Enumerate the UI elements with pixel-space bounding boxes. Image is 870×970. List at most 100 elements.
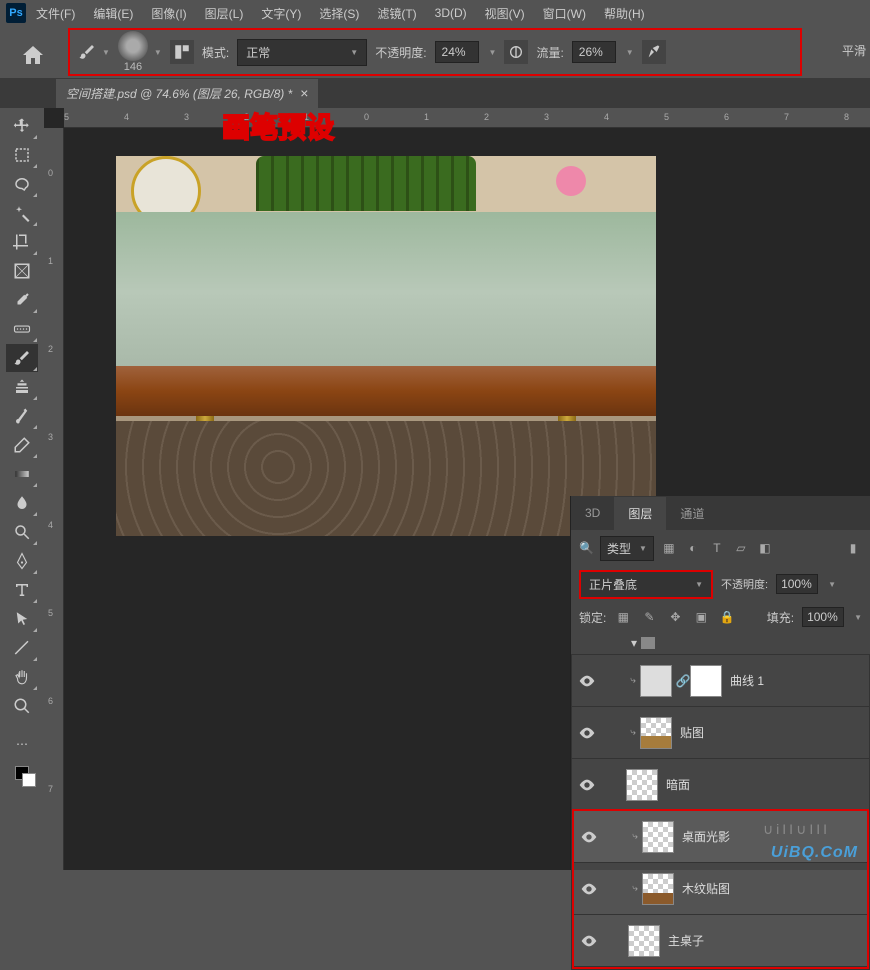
menu-type[interactable]: 文字(Y): [253, 1, 309, 26]
chevron-down-icon[interactable]: ▼: [489, 48, 497, 57]
menu-edit[interactable]: 编辑(E): [85, 1, 141, 26]
ruler-horizontal[interactable]: 54321012345678: [64, 108, 870, 128]
filter-shape-icon[interactable]: ▱: [732, 539, 750, 557]
magic-wand-tool[interactable]: [6, 199, 38, 227]
layer-name[interactable]: 主桌子: [668, 932, 704, 949]
visibility-toggle[interactable]: [574, 883, 604, 895]
layer-name[interactable]: 贴图: [680, 724, 704, 741]
layer-thumbnail[interactable]: [642, 873, 674, 905]
tab-3d[interactable]: 3D: [571, 498, 614, 528]
filter-type-icon[interactable]: T: [708, 539, 726, 557]
crop-tool[interactable]: [6, 228, 38, 256]
close-icon[interactable]: ×: [300, 85, 308, 101]
menu-image[interactable]: 图像(I): [143, 1, 194, 26]
search-icon: 🔍: [579, 541, 594, 555]
chevron-down-icon: ▼: [350, 48, 358, 57]
brush-preset-picker[interactable]: 146 ▼: [118, 31, 162, 73]
gradient-tool[interactable]: [6, 460, 38, 488]
layer-name[interactable]: 桌面光影: [682, 828, 730, 845]
lock-transparency-icon[interactable]: ▦: [614, 608, 632, 626]
visibility-toggle[interactable]: [574, 935, 604, 947]
type-tool[interactable]: [6, 576, 38, 604]
filter-adjustment-icon[interactable]: ◐: [684, 539, 702, 557]
history-brush-tool[interactable]: [6, 402, 38, 430]
opacity-input[interactable]: 24%: [435, 41, 479, 63]
healing-brush-tool[interactable]: [6, 315, 38, 343]
chevron-down-icon[interactable]: ▼: [626, 48, 634, 57]
blend-mode-select[interactable]: 正常 ▼: [237, 39, 367, 66]
chevron-down-icon[interactable]: ▼: [854, 613, 862, 622]
layer-mask-thumbnail[interactable]: [690, 665, 722, 697]
brush-panel-toggle[interactable]: [170, 40, 194, 64]
lock-artboard-icon[interactable]: ▣: [692, 608, 710, 626]
frame-tool[interactable]: [6, 257, 38, 285]
chevron-down-icon[interactable]: ▼: [828, 580, 836, 589]
lock-pixels-icon[interactable]: ✎: [640, 608, 658, 626]
menu-file[interactable]: 文件(F): [28, 1, 83, 26]
eraser-tool[interactable]: [6, 431, 38, 459]
blur-tool[interactable]: [6, 489, 38, 517]
filter-smartobject-icon[interactable]: ◧: [756, 539, 774, 557]
layer-name[interactable]: 木纹贴图: [682, 880, 730, 897]
marquee-tool[interactable]: [6, 141, 38, 169]
airbrush-toggle[interactable]: [642, 40, 666, 64]
layer-thumbnail[interactable]: [642, 821, 674, 853]
menu-filter[interactable]: 滤镜(T): [369, 1, 424, 26]
layer-row[interactable]: 暗面: [572, 759, 869, 811]
options-bar: ▼ 146 ▼ 模式: 正常 ▼ 不透明度: 24% ▼ 流量: 26% ▼: [68, 28, 802, 76]
rectangle-tool[interactable]: [6, 634, 38, 662]
edit-toolbar[interactable]: ⋯: [6, 730, 38, 758]
hand-tool[interactable]: [6, 663, 38, 691]
brush-tool[interactable]: [6, 344, 38, 372]
foreground-background-color[interactable]: [6, 759, 38, 787]
layer-row[interactable]: ⤷ 贴图: [572, 707, 869, 759]
brush-tool-preset[interactable]: ▼: [78, 43, 110, 61]
layer-thumbnail[interactable]: [640, 665, 672, 697]
layer-name[interactable]: 曲线 1: [730, 672, 764, 689]
layer-filter-type[interactable]: 类型 ▼: [600, 536, 654, 561]
pressure-opacity-toggle[interactable]: [504, 40, 528, 64]
lock-position-icon[interactable]: ✥: [666, 608, 684, 626]
layer-row[interactable]: ⤷ 木纹贴图: [574, 863, 867, 915]
zoom-tool[interactable]: [6, 692, 38, 720]
menu-layer[interactable]: 图层(L): [197, 1, 252, 26]
filter-pixel-icon[interactable]: ▦: [660, 539, 678, 557]
layers-list: ⤷ 🔗 曲线 1 ⤷ 贴图 暗面: [571, 654, 870, 970]
dodge-tool[interactable]: [6, 518, 38, 546]
eyedropper-tool[interactable]: [6, 286, 38, 314]
lasso-tool[interactable]: [6, 170, 38, 198]
menu-view[interactable]: 视图(V): [477, 1, 533, 26]
visibility-toggle[interactable]: [572, 675, 602, 687]
menu-window[interactable]: 窗口(W): [535, 1, 594, 26]
home-button[interactable]: [10, 32, 56, 78]
layer-name[interactable]: 暗面: [666, 776, 690, 793]
move-tool[interactable]: [6, 112, 38, 140]
opacity-label: 不透明度:: [375, 44, 426, 61]
menu-select[interactable]: 选择(S): [311, 1, 367, 26]
ruler-vertical[interactable]: 01234567: [44, 128, 64, 870]
visibility-toggle[interactable]: [572, 727, 602, 739]
clone-stamp-tool[interactable]: [6, 373, 38, 401]
document-tab[interactable]: 空间搭建.psd @ 74.6% (图层 26, RGB/8) * ×: [56, 79, 318, 108]
layer-thumbnail[interactable]: [626, 769, 658, 801]
canvas[interactable]: [116, 156, 656, 536]
tab-layers[interactable]: 图层: [614, 497, 666, 530]
menu-3d[interactable]: 3D(D): [427, 2, 475, 24]
visibility-toggle[interactable]: [574, 831, 604, 843]
layer-opacity-input[interactable]: 100%: [776, 574, 818, 594]
filter-toggle[interactable]: ▮: [844, 539, 862, 557]
pen-tool[interactable]: [6, 547, 38, 575]
tab-channels[interactable]: 通道: [666, 497, 718, 530]
layer-blend-mode-select[interactable]: 正片叠底 ▼: [579, 570, 713, 599]
layer-fill-input[interactable]: 100%: [802, 607, 844, 627]
layer-thumbnail[interactable]: [640, 717, 672, 749]
menu-help[interactable]: 帮助(H): [596, 1, 653, 26]
flow-input[interactable]: 26%: [572, 41, 616, 63]
visibility-toggle[interactable]: [572, 779, 602, 791]
layer-thumbnail[interactable]: [628, 925, 660, 957]
layer-row[interactable]: ⤷ 🔗 曲线 1: [572, 655, 869, 707]
chevron-down-icon: ▼: [102, 48, 110, 57]
lock-all-icon[interactable]: 🔒: [718, 608, 736, 626]
path-selection-tool[interactable]: [6, 605, 38, 633]
layer-row[interactable]: 主桌子: [574, 915, 867, 967]
